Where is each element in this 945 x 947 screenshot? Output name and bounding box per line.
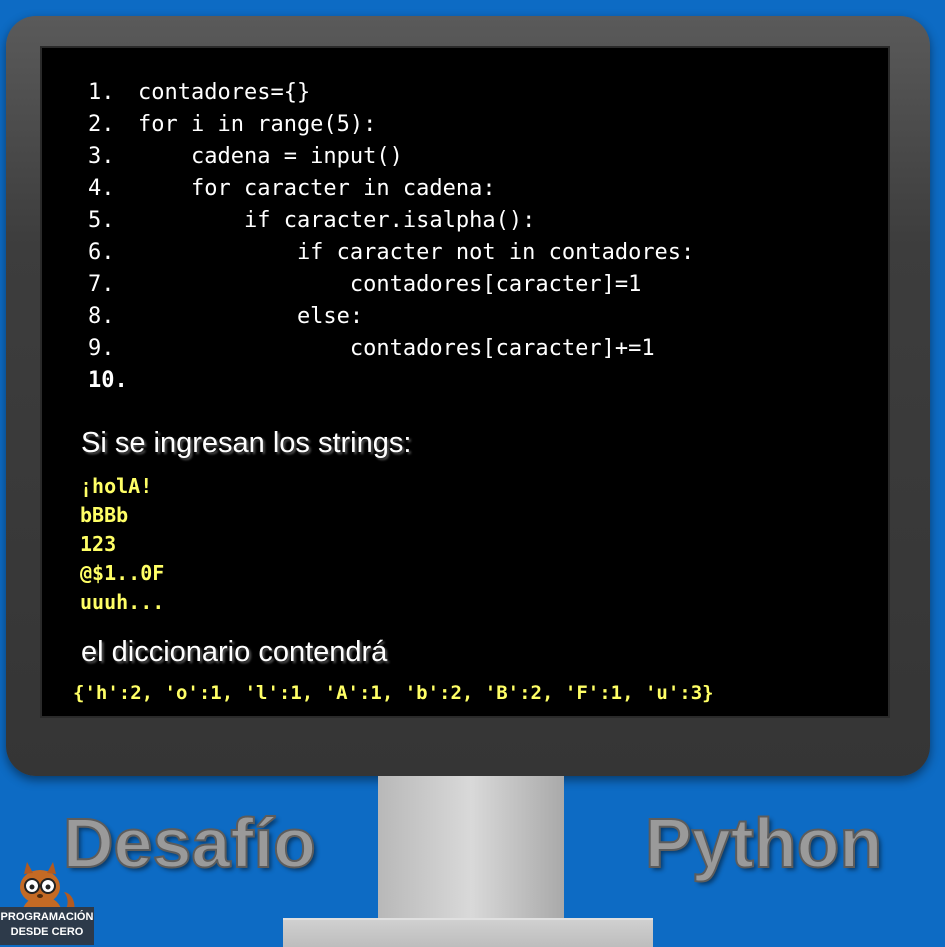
line-number: 3. <box>88 144 115 169</box>
monitor-stand-neck <box>378 776 564 926</box>
input-string: ¡holA! <box>80 474 153 498</box>
code-text: contadores={} <box>138 80 311 105</box>
code-line: 2. for i in range(5): <box>88 112 376 144</box>
code-line: 5. if caracter.isalpha(): <box>88 208 535 240</box>
code-text: contadores[caracter]=1 <box>138 272 642 297</box>
input-string: uuuh... <box>80 590 165 614</box>
monitor-stand-base <box>283 918 653 947</box>
code-text: if caracter not in contadores: <box>138 240 695 265</box>
code-line: 6. if caracter not in contadores: <box>88 240 694 272</box>
code-line: 4. for caracter in cadena: <box>88 176 496 208</box>
code-line: 1. contadores={} <box>88 80 310 112</box>
title-python: Python <box>644 803 883 883</box>
code-text: for i in range(5): <box>138 112 377 137</box>
line-number: 6. <box>88 240 115 265</box>
code-line: 9. contadores[caracter]+=1 <box>88 336 655 368</box>
logo-line-2: DESDE CERO <box>10 926 84 938</box>
code-text: cadena = input() <box>138 144 403 169</box>
input-string: bBBb <box>80 503 129 527</box>
line-number: 8. <box>88 304 115 329</box>
inputs-heading: Si se ingresan los strings: <box>81 427 412 459</box>
input-string: 123 <box>80 532 117 556</box>
code-line: 7. contadores[caracter]=1 <box>88 272 641 304</box>
line-number: 5. <box>88 208 115 233</box>
code-line: 8. else: <box>88 304 363 336</box>
code-text: contadores[caracter]+=1 <box>138 336 655 361</box>
line-number: 9. <box>88 336 115 361</box>
result-dictionary: {'h':2, 'o':1, 'l':1, 'A':1, 'b':2, 'B':… <box>73 682 714 704</box>
input-string: @$1..0F <box>80 561 165 585</box>
code-text: if caracter.isalpha(): <box>138 208 536 233</box>
logo-line-1: PROGRAMACIÓN <box>0 911 94 923</box>
logo-label: PROGRAMACIÓN DESDE CERO <box>0 907 94 945</box>
code-line: 3. cadena = input() <box>88 144 403 176</box>
code-line: 10. <box>88 368 138 400</box>
line-number: 1. <box>88 80 115 105</box>
result-heading: el diccionario contendrá <box>81 636 388 668</box>
code-text: for caracter in cadena: <box>138 176 496 201</box>
line-number: 10. <box>88 368 128 393</box>
line-number: 7. <box>88 272 115 297</box>
code-text: else: <box>138 304 364 329</box>
line-number: 4. <box>88 176 115 201</box>
title-desafio: Desafío <box>62 803 317 883</box>
line-number: 2. <box>88 112 115 137</box>
